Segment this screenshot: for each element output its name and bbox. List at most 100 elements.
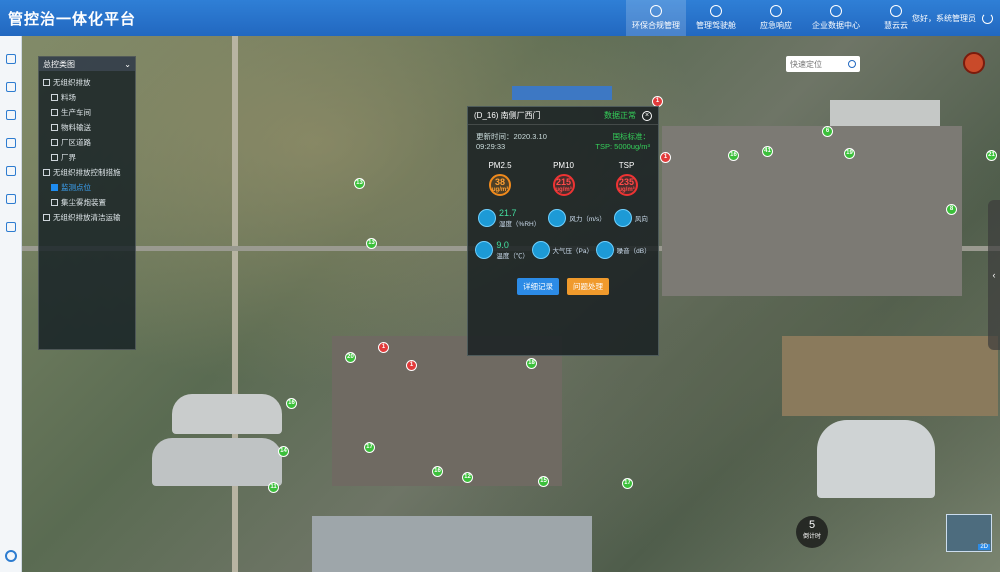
view-2d-toggle[interactable]: 2D — [978, 544, 990, 550]
update-time: 09:29:33 — [476, 142, 506, 151]
menu-icon[interactable] — [5, 54, 16, 64]
search-box[interactable] — [786, 56, 860, 72]
layer-item[interactable]: 料场 — [43, 90, 131, 105]
checkbox[interactable] — [51, 124, 58, 131]
humidity-icon — [478, 209, 497, 227]
monitor-marker[interactable]: 11 — [268, 482, 279, 493]
checkbox-checked[interactable] — [51, 184, 58, 191]
env-wind-direction: 风向 — [613, 209, 648, 227]
layer-item[interactable]: 无组织排放清洁运输 — [43, 210, 131, 225]
checkbox[interactable] — [51, 109, 58, 116]
factory-icon[interactable] — [5, 82, 16, 92]
gauge-circle: 38 ug/m³ — [489, 174, 512, 196]
detail-record-button[interactable]: 详细记录 — [517, 278, 559, 295]
alert-marker[interactable]: 1 — [378, 342, 389, 353]
layer-item[interactable]: 物料输送 — [43, 120, 131, 135]
checkbox[interactable] — [51, 199, 58, 206]
monitor-marker[interactable]: 20 — [345, 352, 356, 363]
monitor-marker[interactable]: 16 — [286, 398, 297, 409]
speaker-icon — [595, 241, 614, 259]
layer-item-selected[interactable]: 监测点位 — [43, 180, 131, 195]
close-icon[interactable]: × — [642, 110, 652, 121]
layer-item[interactable]: 厂界 — [43, 150, 131, 165]
monitor-marker[interactable]: 14 — [278, 446, 289, 457]
checkbox[interactable] — [51, 139, 58, 146]
chart-icon[interactable] — [5, 166, 16, 176]
monitor-marker[interactable]: 8 — [946, 204, 957, 215]
layer-item[interactable]: 无组织排放控制措施 — [43, 165, 131, 180]
popup-info: 更新时间：2020.3.10 09:29:33 国标标准： TSP: 5000u… — [468, 125, 658, 151]
alert-marker[interactable]: 1 — [406, 360, 417, 371]
gauge-tsp: TSP 235 ug/m³ — [615, 161, 638, 196]
monitor-marker[interactable]: 18 — [526, 358, 537, 369]
building-icon — [830, 5, 842, 17]
monitor-marker[interactable]: 16 — [432, 466, 443, 477]
popup-title: (D_16) 南侧厂西门 — [474, 111, 541, 120]
checkbox[interactable] — [51, 94, 58, 101]
plant-area — [662, 126, 962, 296]
warehouse-roof — [312, 516, 592, 572]
checkbox[interactable] — [43, 169, 50, 176]
user-greeting: 您好，系统管理员 — [912, 13, 976, 23]
wind-icon — [548, 209, 567, 227]
steering-wheel-icon — [710, 5, 722, 17]
env-humidity: 21.7 湿度（%RH） — [478, 208, 540, 228]
main-nav: 环保合规管理 管理驾驶舱 应急响应 企业数据中心 慧云云 — [626, 0, 926, 36]
thermometer-icon — [475, 241, 494, 259]
monitor-marker[interactable]: 41 — [762, 146, 773, 157]
monitor-marker[interactable]: 17 — [622, 478, 633, 489]
countdown-badge: 5 倒计时 — [796, 516, 828, 548]
gear-icon[interactable] — [5, 222, 16, 232]
env-row-2: 9.0 温度（℃） 大气压（Pa） 噪音（dB） — [468, 240, 658, 260]
chevron-down-icon[interactable]: ⌄ — [124, 60, 131, 69]
checkbox[interactable] — [43, 79, 50, 86]
minimap[interactable]: 2D — [946, 514, 992, 552]
nav-item-dashboard[interactable]: 管理驾驶舱 — [686, 0, 746, 36]
issue-handling-button[interactable]: 问题处理 — [567, 278, 609, 295]
gauge-pm10: PM10 215 ug/m³ — [552, 161, 575, 196]
monitor-popup: (D_16) 南侧厂西门 数据正常 × 更新时间：2020.3.10 09:29… — [467, 106, 659, 356]
env-temperature: 9.0 温度（℃） — [475, 240, 529, 260]
standard-label: 国标标准： — [612, 132, 651, 141]
alert-marker[interactable]: 1 — [660, 152, 671, 163]
monitor-marker[interactable]: 13 — [366, 238, 377, 249]
monitor-marker[interactable]: 15 — [538, 476, 549, 487]
field — [782, 336, 998, 416]
search-input[interactable] — [790, 59, 846, 69]
app-title: 管控治一体化平台 — [8, 10, 137, 28]
layer-panel: 总控类图 ⌄ 无组织排放 料场 生产车间 物料输送 厂区道路 厂界 无组织排放控… — [38, 56, 136, 350]
document-icon[interactable] — [5, 110, 16, 120]
collapse-right-panel-handle[interactable]: ‹ — [988, 200, 1000, 350]
nav-item-emergency[interactable]: 应急响应 — [746, 0, 806, 36]
power-icon[interactable] — [982, 12, 993, 24]
checkbox[interactable] — [43, 214, 50, 221]
monitor-marker[interactable]: 17 — [364, 442, 375, 453]
gauge-pm25: PM2.5 38 ug/m³ — [488, 161, 512, 196]
wind-direction-icon — [613, 209, 632, 227]
env-wind-speed: 风力（m/s） — [548, 209, 606, 227]
layer-item[interactable]: 无组织排放 — [43, 75, 131, 90]
layer-item[interactable]: 集尘雾炮装置 — [43, 195, 131, 210]
gauge-circle: 235 ug/m³ — [615, 174, 638, 196]
checkbox[interactable] — [51, 154, 58, 161]
monitor-marker[interactable]: 6 — [822, 126, 833, 137]
monitor-marker[interactable]: 19 — [844, 148, 855, 159]
warning-icon[interactable] — [5, 138, 16, 148]
monitor-marker[interactable]: 16 — [728, 150, 739, 161]
nav-item-data-center[interactable]: 企业数据中心 — [806, 0, 866, 36]
monitor-marker[interactable]: 12 — [462, 472, 473, 483]
layer-item[interactable]: 生产车间 — [43, 105, 131, 120]
popup-header: (D_16) 南侧厂西门 数据正常 × — [468, 107, 658, 125]
compass-icon[interactable] — [963, 52, 985, 74]
pollutant-gauges: PM2.5 38 ug/m³ PM10 215 ug/m³ TSP 235 ug/m³ — [468, 161, 658, 196]
layer-item[interactable]: 厂区道路 — [43, 135, 131, 150]
user-area: 您好，系统管理员 — [912, 0, 993, 36]
monitor-marker[interactable]: 21 — [986, 150, 997, 161]
settings-icon[interactable] — [5, 194, 16, 204]
monitor-marker[interactable]: 13 — [354, 178, 365, 189]
popup-actions: 详细记录 问题处理 — [468, 278, 658, 295]
nav-item-env-compliance[interactable]: 环保合规管理 — [626, 0, 686, 36]
recycle-icon — [650, 5, 662, 17]
search-icon[interactable] — [848, 60, 856, 68]
layer-panel-header[interactable]: 总控类图 ⌄ — [39, 57, 135, 71]
